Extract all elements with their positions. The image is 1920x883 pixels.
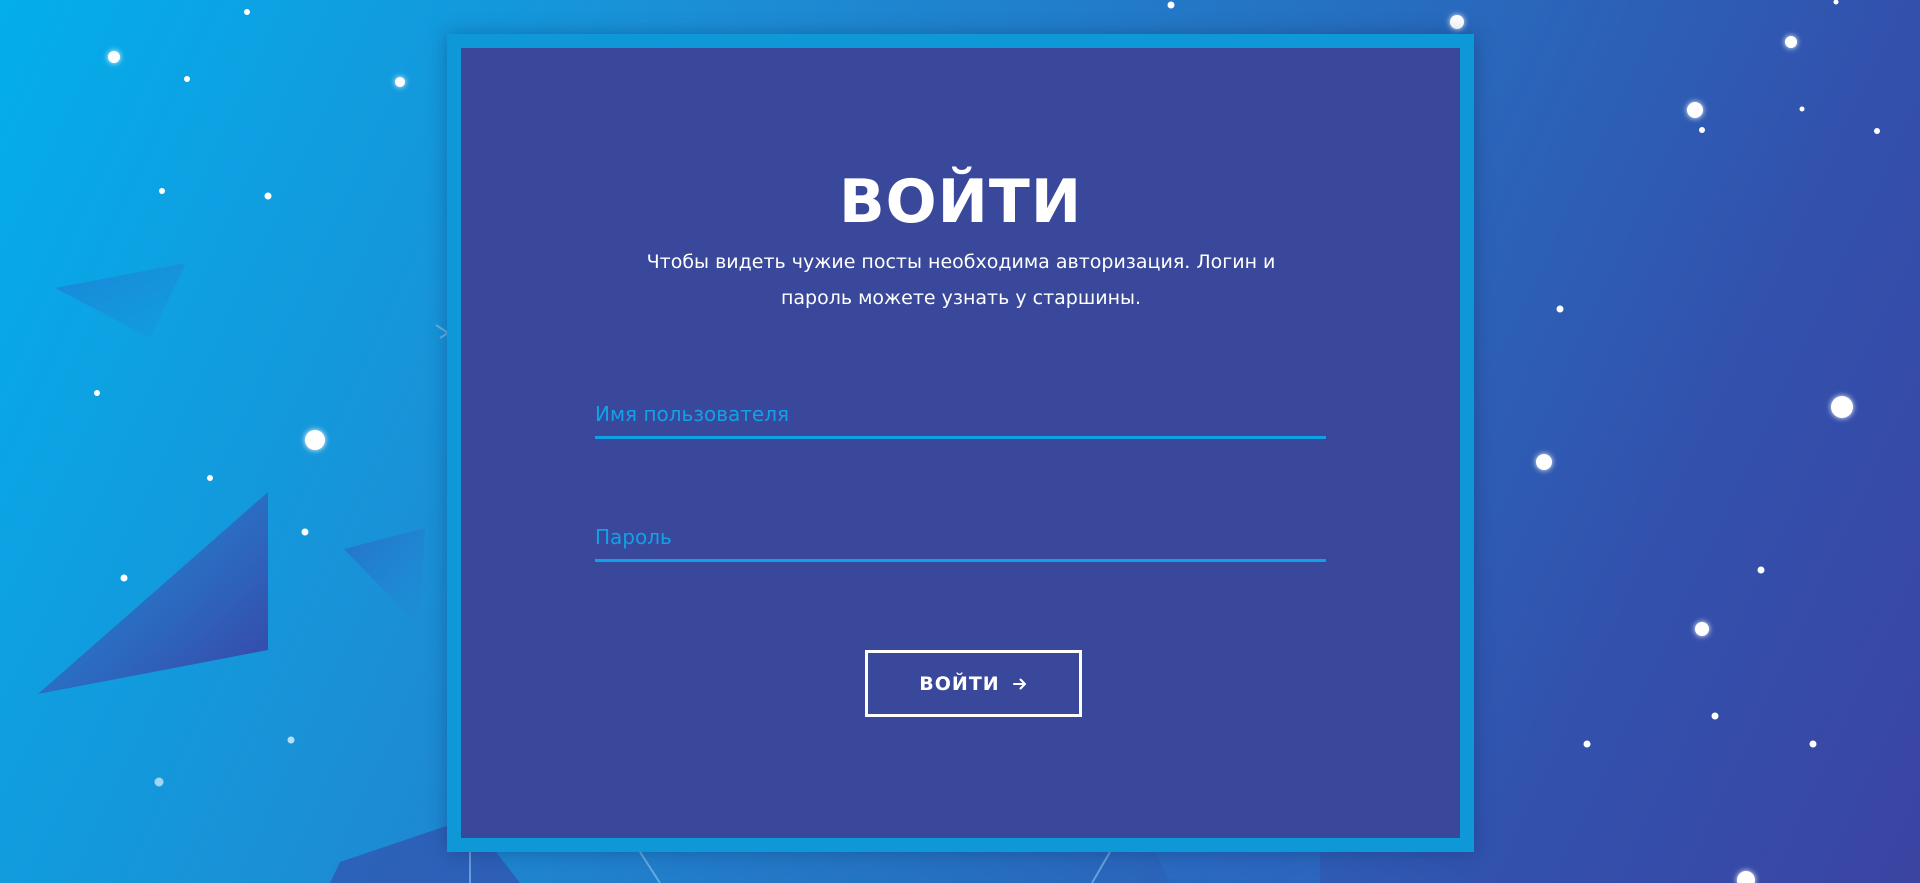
star <box>159 188 165 194</box>
star <box>94 390 100 396</box>
star <box>1450 15 1464 29</box>
star <box>1874 128 1880 134</box>
decor-line <box>639 851 661 883</box>
star <box>1833 0 1839 5</box>
login-description: Чтобы видеть чужие посты необходима авто… <box>646 251 1276 309</box>
star <box>1699 127 1705 133</box>
password-input[interactable] <box>595 515 1326 559</box>
login-card: ВОЙТИ Чтобы видеть чужие посты необходим… <box>461 48 1460 838</box>
star <box>1687 102 1703 118</box>
star <box>1757 566 1765 574</box>
star <box>1785 36 1797 48</box>
star <box>1556 305 1564 313</box>
star <box>120 574 128 582</box>
username-field <box>595 392 1326 439</box>
page-title: ВОЙТИ <box>838 167 1083 237</box>
star <box>207 475 213 481</box>
login-button[interactable]: ВОЙТИ <box>865 650 1082 717</box>
decor-line <box>1091 851 1111 883</box>
star <box>1695 622 1709 636</box>
star <box>395 77 405 87</box>
star <box>1737 871 1755 883</box>
star <box>1583 740 1591 748</box>
star <box>305 430 325 450</box>
star <box>1831 396 1853 418</box>
star <box>184 76 190 82</box>
star <box>1167 1 1175 9</box>
star <box>1809 740 1817 748</box>
decor-triangle <box>55 263 186 338</box>
username-input[interactable] <box>595 392 1326 436</box>
star <box>1711 712 1719 720</box>
password-field <box>595 515 1326 562</box>
login-card-frame: ВОЙТИ Чтобы видеть чужие посты необходим… <box>447 34 1474 852</box>
star <box>154 777 164 787</box>
star <box>264 192 272 200</box>
star <box>1536 454 1552 470</box>
arrow-right-icon <box>1012 678 1026 689</box>
decor-triangle <box>38 492 268 694</box>
star <box>108 51 120 63</box>
star <box>1799 106 1805 112</box>
decor-triangle <box>344 528 425 628</box>
login-button-label: ВОЙТИ <box>919 672 1000 695</box>
star <box>287 736 295 744</box>
star <box>301 528 309 536</box>
star <box>244 9 250 15</box>
